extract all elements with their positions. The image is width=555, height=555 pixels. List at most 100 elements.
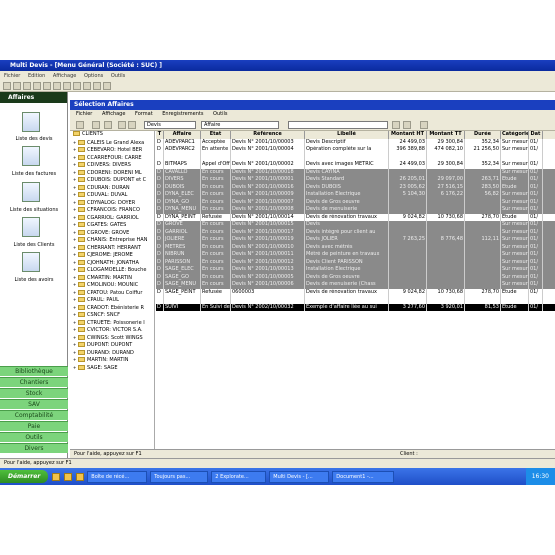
task-multidevis[interactable]: Multi Devis - [...	[269, 470, 330, 483]
tree-item[interactable]: + CGATES: GATES	[70, 221, 154, 229]
column-header[interactable]: Durée	[465, 131, 501, 139]
situation-icon[interactable]	[22, 182, 40, 202]
document-list-icon[interactable]	[22, 112, 40, 132]
tree-item[interactable]: + MARTIN: MARTIN	[70, 356, 154, 364]
clients-icon[interactable]	[22, 217, 40, 237]
nav-label-avoirs[interactable]: Liste des avoirs	[0, 277, 68, 283]
tree-item[interactable]: + CDIVERS: DIVERS	[70, 161, 154, 169]
nav-label-clients[interactable]: Liste des Clients	[0, 242, 68, 248]
nav-sav-button[interactable]: SAV	[0, 399, 68, 409]
export-icon[interactable]	[420, 121, 428, 129]
wmenu-fichier[interactable]: Fichier	[76, 111, 92, 117]
table-row[interactable]: D SAGE_MENU En cours Devis N° 2001/10/00006…	[156, 281, 555, 289]
task-explorer[interactable]: 2 Explorate...	[211, 470, 267, 483]
wmenu-affichage[interactable]: Affichage	[102, 111, 126, 117]
wmenu-enregistrements[interactable]: Enregistrements	[162, 111, 203, 117]
paste-icon[interactable]	[63, 82, 71, 90]
tree-item[interactable]: + CGROVE: GROVE	[70, 229, 154, 237]
tree-item[interactable]: + CJEROME: JEROME	[70, 251, 154, 259]
column-header[interactable]: Référence	[231, 131, 305, 139]
menu-outils[interactable]: Outils	[111, 73, 125, 79]
close-icon[interactable]	[104, 121, 112, 129]
table-row[interactable]: D SAGE_ELEC En cours Devis N° 2001/10/00013…	[156, 266, 555, 274]
table-row[interactable]: D DIVERS En cours Devis N° 2001/10/00001 Dev…	[156, 176, 555, 184]
start-button[interactable]: Démarrer	[0, 470, 49, 483]
tree-item[interactable]: + CDURAN: DURAN	[70, 184, 154, 192]
column-header[interactable]: Catégorie	[501, 131, 529, 139]
cut-icon[interactable]	[43, 82, 51, 90]
tree-item[interactable]: + CALEIS Le Grand Alexa	[70, 139, 154, 147]
mail-icon[interactable]	[128, 121, 136, 129]
tree-item[interactable]: + CHANIS: Entreprise HAN	[70, 236, 154, 244]
table-row[interactable]: D SAGE_GO En cours Devis N° 2001/10/00005 De…	[156, 273, 555, 281]
table-row[interactable]: D JOLIERE En cours Devis N° 2001/10/00019 De…	[156, 236, 555, 244]
table-row[interactable]: D BITMAPS Appel d'Off Devis N° 2001/10/0000…	[156, 161, 555, 169]
copy-icon[interactable]	[53, 82, 61, 90]
tree-item[interactable]: + CCARREFOUR: CARRE	[70, 154, 154, 162]
open-icon[interactable]	[13, 82, 21, 90]
column-header[interactable]: T	[156, 131, 164, 139]
save-icon[interactable]	[23, 82, 31, 90]
nav-label-factures[interactable]: Liste des factures	[0, 171, 68, 177]
tree-item[interactable]: + CDORENI: DORENI ML	[70, 169, 154, 177]
table-row[interactable]: D PARISSON En cours Devis N° 2001/10/00012 D…	[156, 258, 555, 266]
filter-devis-select[interactable]: Devis	[144, 121, 196, 129]
table-row[interactable]: D ADEVPARC2 En attente Devis N° 2001/10/000…	[156, 146, 555, 154]
tree-item[interactable]: + CGARRIOL: GARRIOL	[70, 214, 154, 222]
menu-affichage[interactable]: Affichage	[53, 73, 77, 79]
clients-tree[interactable]: CLIENTS + CALEIS Le Grand Alexa + CEBEVARO: …	[70, 131, 155, 449]
wmenu-format[interactable]: Format	[135, 111, 153, 117]
help-icon[interactable]	[103, 82, 111, 90]
task-toujours[interactable]: Toujours pas...	[150, 470, 209, 483]
column-header[interactable]: Montant HT	[389, 131, 427, 139]
table-row[interactable]: D GARRIOL En cours Devis N° 2001/10/00017 De…	[156, 228, 555, 236]
table-row[interactable]: D METRES En cours Devis N° 2001/10/00010 Dev…	[156, 243, 555, 251]
table-row[interactable]	[156, 296, 555, 304]
tree-item[interactable]: + CEBEVARO: Hotel BER	[70, 146, 154, 154]
task-inbox[interactable]: Boîte de récé...	[87, 470, 148, 483]
tree-item[interactable]: + CRADOT: Ebénisterie R	[70, 304, 154, 312]
table-row[interactable]: D DYNA_GO En cours Devis N° 2001/10/00007 De…	[156, 198, 555, 206]
table-row[interactable]: D CAVALLO En cours Devis N° 2001/10/00018 De…	[156, 168, 555, 176]
sort-icon[interactable]	[118, 121, 126, 129]
nav-label-devis[interactable]: Liste des devis	[0, 136, 68, 142]
table-row[interactable]: D GROVE En cours Devis N° 2001/10/00015 Devi…	[156, 221, 555, 229]
binoculars-icon[interactable]	[392, 121, 400, 129]
menu-fichier[interactable]: Fichier	[4, 73, 20, 79]
filter-affaire-select[interactable]: Affaire	[201, 121, 279, 129]
table-row[interactable]	[156, 153, 555, 161]
table-row[interactable]: D DYNA_PEINT Refusée Devis N° 2001/10/00014…	[156, 213, 555, 221]
tree-item[interactable]: + CMOLINOU: MOUNIC	[70, 281, 154, 289]
tree-item[interactable]: + CFRANCOIS: FRANCO	[70, 206, 154, 214]
nav-label-situations[interactable]: Liste des situations	[0, 207, 68, 213]
task-document1[interactable]: Document1 -...	[332, 470, 395, 483]
tree-item[interactable]: + CDUBOIS: DUPONT et C	[70, 176, 154, 184]
new-icon[interactable]	[3, 82, 11, 90]
tree-item[interactable]: + DURAND: DURAND	[70, 349, 154, 357]
wmenu-outils[interactable]: Outils	[213, 111, 227, 117]
nav-divers-button[interactable]: Divers	[0, 443, 68, 453]
table-row[interactable]: D DYNA_ELEC En cours Devis N° 2001/10/00009…	[156, 191, 555, 199]
column-header[interactable]: État	[201, 131, 231, 139]
credit-note-icon[interactable]	[22, 252, 40, 272]
tree-item[interactable]: + CLOGAMOELLE: Bouche	[70, 266, 154, 274]
quicklaunch-mail-icon[interactable]	[64, 472, 73, 481]
menu-edition[interactable]: Edition	[28, 73, 45, 79]
table-row[interactable]: D SAGE_PEINT Refusée 0600003 Devis de rénova…	[156, 288, 555, 296]
affaires-grid[interactable]: T Affaire État Référence Libellé Montant HT Mo…	[156, 131, 555, 449]
nav-chantiers-button[interactable]: Chantiers	[0, 377, 68, 387]
tree-item[interactable]: + CJOHNATH: JONATHA	[70, 259, 154, 267]
tree-item[interactable]: + CHERRANT: HERRANT	[70, 244, 154, 252]
nav-comptabilite-button[interactable]: Comptabilité	[0, 410, 68, 420]
tree-item[interactable]: + CDUVAL: DUVAL	[70, 191, 154, 199]
column-header[interactable]: Libellé	[305, 131, 389, 139]
tree-item[interactable]: + CVICTOR: VICTOR S.A.	[70, 326, 154, 334]
table-row[interactable]: D DYNA_MENU En cours Devis N° 2001/10/00008…	[156, 206, 555, 214]
table-row[interactable]: D SUIVI En Suivi de Devis N° 2002/10/00032 E…	[156, 303, 555, 311]
table-row[interactable]: D ADEVPARC1 Acceptée Devis N° 2001/10/00003…	[156, 138, 555, 146]
delete-icon[interactable]	[76, 121, 84, 129]
tree-item[interactable]: + SAGE: SAGE	[70, 364, 154, 372]
undo-icon[interactable]	[73, 82, 81, 90]
invoice-icon[interactable]	[22, 146, 40, 166]
print-icon[interactable]	[33, 82, 41, 90]
